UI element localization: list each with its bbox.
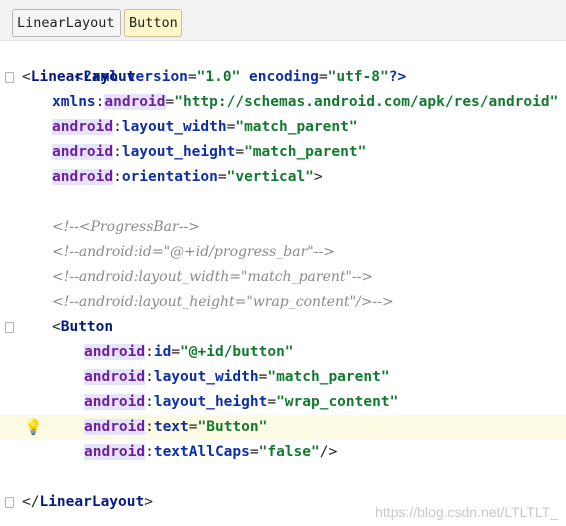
attr-name: orientation bbox=[121, 169, 218, 185]
fold-toggle-icon[interactable] bbox=[5, 72, 14, 83]
tag-name: LinearLayout bbox=[30, 69, 136, 85]
tag-close-bracket: > bbox=[144, 494, 153, 510]
namespace-prefix: android bbox=[104, 94, 166, 110]
breadcrumb-item-button[interactable]: Button bbox=[124, 9, 182, 37]
xmlns-keyword: xmlns bbox=[52, 94, 96, 110]
namespace-prefix: android bbox=[84, 419, 146, 435]
tag-open-bracket: < bbox=[22, 69, 31, 85]
namespace-prefix: android bbox=[84, 394, 146, 410]
code-line: xmlns:android="http://schemas.android.co… bbox=[52, 94, 559, 110]
attr-value: "vertical" bbox=[226, 169, 314, 185]
attr-name: layout_width bbox=[121, 119, 227, 135]
namespace-prefix: android bbox=[52, 144, 114, 160]
attr-name: text bbox=[153, 419, 189, 435]
attr-value: "http://schemas.android.com/apk/res/andr… bbox=[174, 94, 559, 110]
tag-name: LinearLayout bbox=[39, 494, 145, 510]
tag-close-bracket: > bbox=[313, 169, 323, 185]
code-line: android:layout_height="match_parent" bbox=[52, 144, 367, 160]
namespace-prefix: android bbox=[84, 444, 146, 460]
code-line: android:layout_width="match_parent" bbox=[84, 369, 390, 385]
attr-name: layout_height bbox=[121, 144, 236, 160]
namespace-prefix: android bbox=[84, 344, 146, 360]
namespace-prefix: android bbox=[84, 369, 146, 385]
breadcrumb: LinearLayout Button bbox=[0, 0, 566, 41]
attr-value: "@+id/button" bbox=[180, 344, 294, 360]
attr-value: "match_parent" bbox=[244, 144, 367, 160]
fold-toggle-icon[interactable] bbox=[5, 322, 14, 333]
attr-value: "match_parent" bbox=[235, 119, 358, 135]
code-editor[interactable]: <?xml version="1.0" encoding="utf-8"?> <… bbox=[0, 40, 566, 526]
fold-toggle-icon[interactable] bbox=[5, 497, 14, 508]
code-line: <!--android:layout_height="wrap_content"… bbox=[0, 290, 566, 315]
code-line-current: 💡 android:text="Button" bbox=[0, 415, 566, 440]
code-line: android:layout_width="match_parent" bbox=[52, 119, 358, 135]
xml-comment: <!--android:id="@+id/progress_bar"--> bbox=[52, 244, 335, 260]
code-line: android:layout_height="wrap_content" bbox=[84, 394, 399, 410]
attr-value: "match_parent" bbox=[267, 369, 390, 385]
attr-name: id bbox=[153, 344, 172, 360]
code-line: <?xml version="1.0" encoding="utf-8"?> bbox=[74, 69, 407, 85]
attr-name: layout_width bbox=[153, 369, 259, 385]
code-line: <!--android:id="@+id/progress_bar"--> bbox=[0, 240, 566, 265]
tag-open-bracket: < bbox=[52, 319, 61, 335]
attr-name: layout_height bbox=[153, 394, 268, 410]
tag-name: Button bbox=[60, 319, 114, 335]
attr-value: "wrap_content" bbox=[276, 394, 399, 410]
code-line: android:textAllCaps="false"/> bbox=[84, 444, 338, 460]
namespace-prefix: android bbox=[52, 119, 114, 135]
code-line: android:id="@+id/button" bbox=[84, 344, 294, 360]
code-line: <!--<ProgressBar--> bbox=[0, 215, 566, 240]
code-line: <!--android:layout_width="match_parent"-… bbox=[0, 265, 566, 290]
xml-comment: <!--<ProgressBar--> bbox=[52, 219, 200, 235]
attr-value: "false" bbox=[258, 444, 320, 460]
lightbulb-icon[interactable]: 💡 bbox=[24, 415, 43, 440]
tag-open-bracket: </ bbox=[22, 494, 40, 510]
watermark: https://blog.csdn.net/LTLTLT_ bbox=[375, 504, 558, 520]
attr-name: textAllCaps bbox=[153, 444, 250, 460]
breadcrumb-item-linearlayout[interactable]: LinearLayout bbox=[12, 9, 121, 37]
xml-comment: <!--android:layout_width="match_parent"-… bbox=[52, 269, 374, 285]
namespace-prefix: android bbox=[52, 169, 114, 185]
attr-value: "Button" bbox=[197, 419, 268, 435]
code-line: <Button bbox=[0, 315, 566, 340]
code-line: android:orientation="vertical"> bbox=[52, 169, 323, 185]
code-line: <LinearLayout bbox=[0, 65, 566, 90]
tag-self-close: /> bbox=[319, 444, 338, 460]
xml-comment: <!--android:layout_height="wrap_content"… bbox=[52, 294, 394, 310]
